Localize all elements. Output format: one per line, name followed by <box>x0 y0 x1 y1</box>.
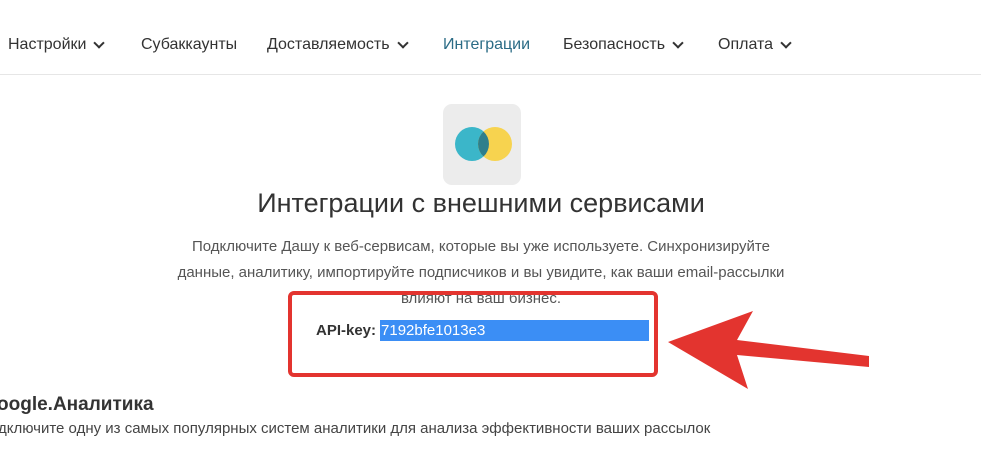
nav-item-label: Оплата <box>718 36 774 53</box>
annotation-arrow-icon <box>668 311 869 389</box>
nav-item-label: Доставляемость <box>267 36 390 53</box>
nav-item-security[interactable]: Безопасность <box>563 36 684 54</box>
nav-item-payment[interactable]: Оплата <box>718 36 792 54</box>
nav-item-label: Безопасность <box>563 36 666 53</box>
page-title: Интеграции с внешними сервисами <box>257 188 705 218</box>
nav-item-label: Интеграции <box>443 36 531 53</box>
settings-nav: Настройки Субаккаунты Доставляемость Инт… <box>0 0 981 75</box>
chevron-down-icon <box>780 37 792 49</box>
chevron-down-icon <box>396 37 409 49</box>
nav-item-integrations[interactable]: Интеграции <box>443 36 530 54</box>
google-analytics-title: oogle.Аналитика <box>0 394 154 415</box>
google-analytics-description: дключите одну из самых популярных систем… <box>0 420 711 437</box>
nav-item-settings[interactable]: Настройки <box>8 36 106 54</box>
nav-item-label: Субаккаунты <box>141 36 238 53</box>
nav-item-deliverability[interactable]: Доставляемость <box>267 36 409 54</box>
annotation-highlight-box <box>288 291 658 377</box>
integrations-logo-icon <box>455 127 512 161</box>
nav-item-subaccounts[interactable]: Субаккаунты <box>141 36 237 54</box>
chevron-down-icon <box>672 37 684 49</box>
chevron-down-icon <box>93 37 106 49</box>
integrations-logo <box>443 104 521 185</box>
nav-item-label: Настройки <box>8 36 87 53</box>
